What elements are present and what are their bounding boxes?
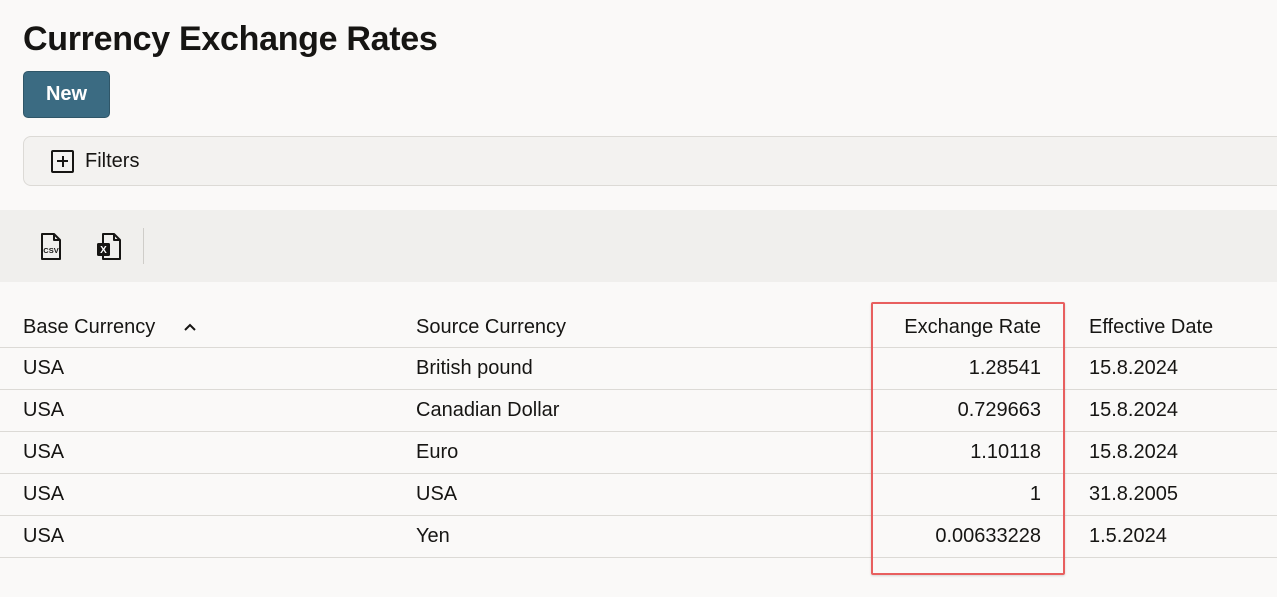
table-row[interactable]: USA British pound 1.28541 15.8.2024: [0, 347, 1277, 390]
cell-base-currency: USA: [0, 431, 416, 474]
exchange-rates-table: Base Currency Source Currency Exchange R…: [0, 307, 1277, 558]
column-header-exchange-rate[interactable]: Exchange Rate: [871, 307, 1077, 348]
cell-exchange-rate: 0.00633228: [871, 515, 1077, 558]
page-title: Currency Exchange Rates: [23, 20, 438, 58]
table-row[interactable]: USA USA 1 31.8.2005: [0, 473, 1277, 516]
cell-base-currency: USA: [0, 389, 416, 432]
cell-exchange-rate: 0.729663: [871, 389, 1077, 432]
filters-label: Filters: [85, 149, 140, 172]
cell-exchange-rate: 1.10118: [871, 431, 1077, 474]
cell-effective-date: 15.8.2024: [1077, 431, 1277, 474]
cell-source-currency: USA: [416, 473, 871, 516]
cell-source-currency: Euro: [416, 431, 871, 474]
plus-square-icon[interactable]: [51, 149, 74, 173]
table-toolbar: CSV X: [0, 210, 1277, 282]
cell-exchange-rate: 1: [871, 473, 1077, 516]
cell-effective-date: 1.5.2024: [1077, 515, 1277, 558]
cell-source-currency: Canadian Dollar: [416, 389, 871, 432]
cell-exchange-rate: 1.28541: [871, 347, 1077, 390]
table-row[interactable]: USA Yen 0.00633228 1.5.2024: [0, 515, 1277, 558]
cell-base-currency: USA: [0, 515, 416, 558]
table-row[interactable]: USA Canadian Dollar 0.729663 15.8.2024: [0, 389, 1277, 432]
currency-exchange-rates-page: Currency Exchange Rates New Filters CSV …: [0, 0, 1277, 597]
table-header-row: Base Currency Source Currency Exchange R…: [0, 307, 1277, 348]
excel-export-label: X: [100, 245, 107, 256]
cell-source-currency: Yen: [416, 515, 871, 558]
column-header-label: Source Currency: [416, 315, 567, 338]
toolbar-divider: [143, 228, 144, 264]
new-button[interactable]: New: [23, 71, 110, 118]
csv-export-label: CSV: [43, 246, 58, 255]
cell-effective-date: 31.8.2005: [1077, 473, 1277, 516]
cell-base-currency: USA: [0, 473, 416, 516]
column-header-label: Effective Date: [1089, 315, 1214, 338]
table-row[interactable]: USA Euro 1.10118 15.8.2024: [0, 431, 1277, 474]
column-header-label: Base Currency: [23, 315, 156, 338]
column-header-label: Exchange Rate: [904, 315, 1041, 338]
column-header-base-currency[interactable]: Base Currency: [0, 307, 416, 348]
cell-effective-date: 15.8.2024: [1077, 389, 1277, 432]
column-header-source-currency[interactable]: Source Currency: [416, 307, 871, 348]
sort-ascending-icon[interactable]: [183, 322, 197, 332]
filters-panel-toggle[interactable]: Filters: [23, 136, 1277, 186]
cell-source-currency: British pound: [416, 347, 871, 390]
csv-export-icon[interactable]: CSV: [37, 232, 65, 262]
excel-export-icon[interactable]: X: [95, 232, 123, 262]
cell-base-currency: USA: [0, 347, 416, 390]
column-header-effective-date[interactable]: Effective Date: [1077, 307, 1277, 348]
cell-effective-date: 15.8.2024: [1077, 347, 1277, 390]
